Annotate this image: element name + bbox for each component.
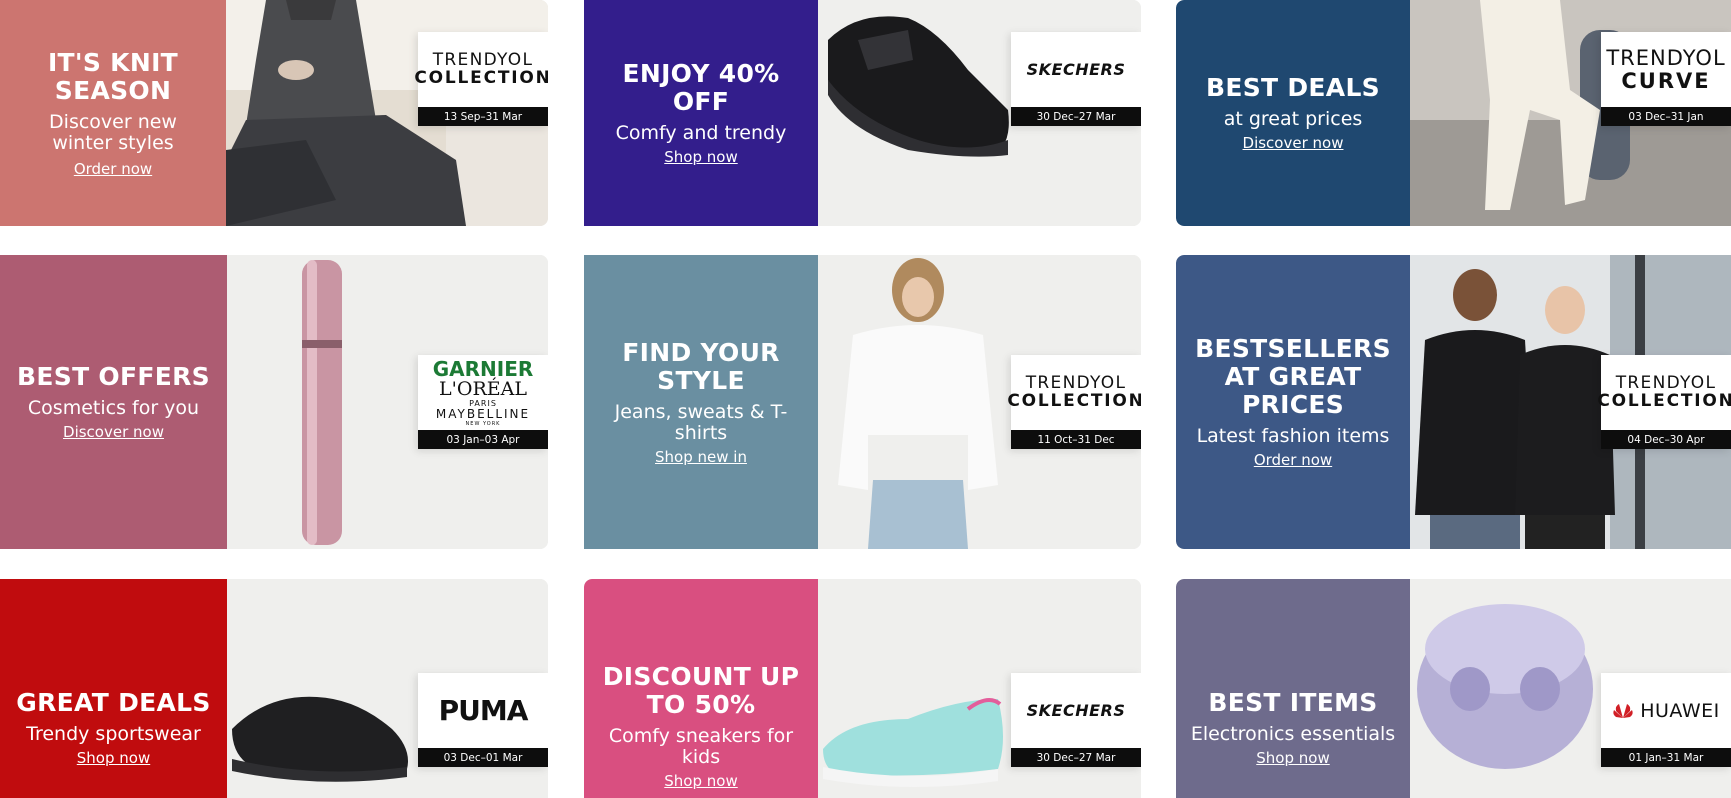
trendyol-collection-logo: TRENDYOL COLLECTION	[1007, 355, 1141, 430]
brand-logo-text: SKECHERS	[1026, 701, 1126, 720]
banner-headline: DISCOUNT UP TO 50%	[602, 662, 800, 719]
banner-headline: FIND YOUR STYLE	[622, 337, 780, 395]
shop-now-link[interactable]: Shop now	[664, 772, 737, 790]
trendyol-curve-badge: TRENDYOL CURVE 03 Dec–31 Jan	[1601, 32, 1731, 126]
skechers-badge: SKECHERS 30 Dec–27 Mar	[1011, 32, 1141, 126]
huawei-logo-mark: HUAWEI	[1612, 700, 1720, 722]
banner-subtitle: Trendy sportswear	[26, 723, 201, 745]
date-range: 04 Dec–30 Apr	[1601, 430, 1731, 449]
maybelline-logo: MAYBELLINE	[435, 406, 531, 421]
puma-badge: PUMA 03 Dec–01 Mar	[418, 673, 548, 767]
promo-panel: BEST DEALS at great prices Discover now	[1176, 0, 1410, 226]
logo-line-1: TRENDYOL	[1606, 45, 1726, 70]
banner-bestsellers[interactable]: BESTSELLERS AT GREAT PRICES Latest fashi…	[1176, 255, 1731, 549]
banner-discount-50[interactable]: DISCOUNT UP TO 50% Comfy sneakers for ki…	[584, 579, 1141, 798]
logo-line-2: CURVE	[1621, 68, 1711, 93]
banner-knit-season[interactable]: IT'S KNIT SEASON Discover new winter sty…	[0, 0, 548, 226]
banner-great-deals[interactable]: GREAT DEALS Trendy sportswear Shop now P…	[0, 579, 548, 798]
banner-subtitle: Latest fashion items	[1196, 425, 1390, 447]
discover-now-link[interactable]: Discover now	[63, 423, 164, 441]
brand-logo-text: HUAWEI	[1640, 699, 1720, 722]
banner-subtitle: Cosmetics for you	[27, 397, 200, 419]
promo-panel: GREAT DEALS Trendy sportswear Shop now	[0, 579, 227, 798]
trendyol-collection-badge: TRENDYOL COLLECTION 04 Dec–30 Apr	[1597, 355, 1731, 449]
banner-best-offers[interactable]: BEST OFFERS Cosmetics for you Discover n…	[0, 255, 548, 549]
banner-subtitle: Comfy and trendy	[615, 122, 787, 144]
brand-logo-text: SKECHERS	[1026, 60, 1126, 79]
date-range: 11 Oct–31 Dec	[1011, 430, 1141, 449]
shop-now-link[interactable]: Shop now	[664, 148, 737, 166]
order-now-link[interactable]: Order now	[1254, 451, 1332, 469]
banner-best-items[interactable]: BEST ITEMS Electronics essentials Shop n…	[1176, 579, 1731, 798]
discover-now-link[interactable]: Discover now	[1243, 134, 1344, 152]
banner-enjoy-40-off[interactable]: ENJOY 40% OFF Comfy and trendy Shop now …	[584, 0, 1141, 226]
logo-line-1: TRENDYOL	[432, 50, 534, 70]
maybelline-new-york-text: NEW YORK	[465, 420, 501, 427]
banner-find-your-style[interactable]: FIND YOUR STYLE Jeans, sweats & T-shirts…	[584, 255, 1141, 549]
date-range: 03 Dec–31 Jan	[1601, 107, 1731, 126]
logo-line-2: COLLECTION	[414, 68, 548, 88]
order-now-link[interactable]: Order now	[74, 160, 152, 178]
date-range: 01 Jan–31 Mar	[1601, 748, 1731, 767]
brand-logo-text: PUMA	[438, 694, 529, 727]
banner-headline: ENJOY 40% OFF	[622, 59, 780, 116]
date-range: 03 Jan–03 Apr	[418, 430, 548, 449]
skechers-badge: SKECHERS 30 Dec–27 Mar	[1011, 673, 1141, 767]
loreal-logo: L'ORÉAL	[439, 377, 527, 400]
date-range: 13 Sep–31 Mar	[418, 107, 548, 126]
promo-panel: DISCOUNT UP TO 50% Comfy sneakers for ki…	[584, 579, 818, 798]
trendyol-collection-logo: TRENDYOL COLLECTION	[1597, 355, 1731, 430]
banner-best-deals[interactable]: BEST DEALS at great prices Discover now …	[1176, 0, 1731, 226]
promo-panel: BESTSELLERS AT GREAT PRICES Latest fashi…	[1176, 255, 1410, 549]
logo-line-2: COLLECTION	[1597, 391, 1731, 411]
banner-headline: GREAT DEALS	[16, 688, 211, 717]
promo-panel: IT'S KNIT SEASON Discover new winter sty…	[0, 0, 226, 226]
logo-line-1: TRENDYOL	[1615, 373, 1717, 393]
skechers-logo: SKECHERS	[1011, 673, 1141, 748]
promo-panel: ENJOY 40% OFF Comfy and trendy Shop now	[584, 0, 818, 226]
banner-subtitle: Discover new winter styles	[49, 110, 177, 154]
trendyol-collection-logo: TRENDYOL COLLECTION	[414, 32, 548, 107]
promo-panel: BEST ITEMS Electronics essentials Shop n…	[1176, 579, 1410, 798]
promo-panel: FIND YOUR STYLE Jeans, sweats & T-shirts…	[584, 255, 818, 549]
huawei-petal-icon	[1613, 703, 1633, 718]
banner-subtitle: at great prices	[1223, 108, 1363, 130]
banner-subtitle: Comfy sneakers for kids	[608, 725, 794, 768]
banner-headline: BEST ITEMS	[1208, 688, 1378, 717]
trendyol-collection-badge: TRENDYOL COLLECTION 13 Sep–31 Mar	[414, 32, 548, 126]
banner-headline: IT'S KNIT SEASON	[47, 47, 179, 105]
garnier-logo: GARNIER	[432, 356, 534, 381]
skechers-logo: SKECHERS	[1011, 32, 1141, 107]
date-range: 03 Dec–01 Mar	[418, 748, 548, 767]
shop-now-link[interactable]: Shop now	[77, 749, 150, 767]
logo-line-1: TRENDYOL	[1025, 373, 1127, 393]
banner-headline: BESTSELLERS AT GREAT PRICES	[1195, 334, 1391, 419]
logo-line-2: COLLECTION	[1007, 391, 1141, 411]
cosmetics-brands-badge: GARNIER L'ORÉAL PARIS MAYBELLINE NEW YOR…	[418, 355, 548, 449]
date-range: 30 Dec–27 Mar	[1011, 748, 1141, 767]
trendyol-curve-logo: TRENDYOL CURVE	[1601, 32, 1731, 107]
cosmetics-brands-logo: GARNIER L'ORÉAL PARIS MAYBELLINE NEW YOR…	[418, 355, 548, 430]
promo-panel: BEST OFFERS Cosmetics for you Discover n…	[0, 255, 227, 549]
banner-subtitle: Electronics essentials	[1190, 723, 1396, 745]
banner-headline: BEST OFFERS	[17, 362, 210, 391]
trendyol-collection-badge: TRENDYOL COLLECTION 11 Oct–31 Dec	[1007, 355, 1141, 449]
huawei-logo: HUAWEI	[1601, 673, 1731, 748]
date-range: 30 Dec–27 Mar	[1011, 107, 1141, 126]
banner-subtitle: Jeans, sweats & T-shirts	[614, 400, 788, 444]
shop-now-link[interactable]: Shop now	[1256, 749, 1329, 767]
puma-logo: PUMA	[418, 673, 548, 748]
shop-new-in-link[interactable]: Shop new in	[655, 448, 747, 466]
huawei-badge: HUAWEI 01 Jan–31 Mar	[1601, 673, 1731, 767]
banner-headline: BEST DEALS	[1205, 73, 1380, 102]
